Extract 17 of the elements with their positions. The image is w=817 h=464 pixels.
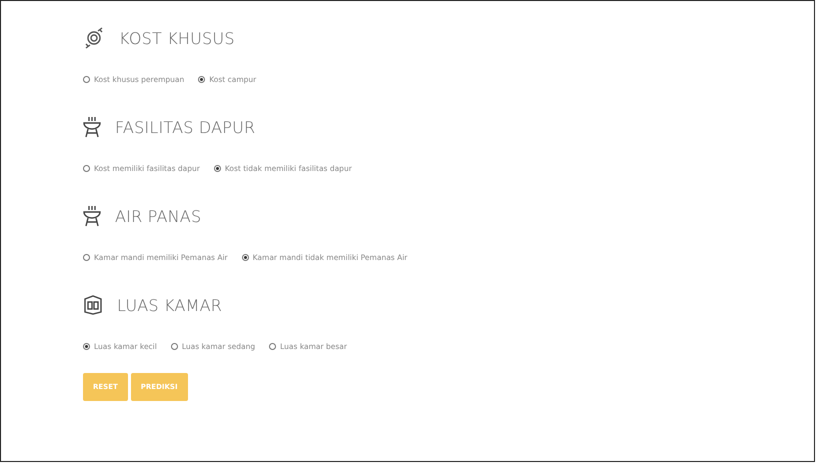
radio-button[interactable] — [198, 76, 206, 83]
section-title: LUAS KAMAR — [117, 296, 222, 314]
ornament-icon — [83, 26, 105, 50]
grill-icon — [83, 116, 101, 138]
room-icon — [83, 295, 103, 315]
radio-button[interactable] — [269, 343, 276, 350]
section-title: KOST KHUSUS — [119, 28, 235, 48]
radio-button[interactable] — [170, 343, 178, 350]
radio-button[interactable] — [83, 165, 90, 172]
radio-button[interactable] — [83, 343, 90, 350]
section-title: AIR PANAS — [115, 206, 202, 226]
radio-button[interactable] — [83, 76, 90, 83]
radio-button[interactable] — [214, 165, 221, 172]
grill-icon — [83, 205, 101, 227]
section-title: FASILITAS DAPUR — [115, 118, 256, 136]
radio-button[interactable] — [242, 254, 249, 261]
radio-button[interactable] — [83, 254, 90, 261]
